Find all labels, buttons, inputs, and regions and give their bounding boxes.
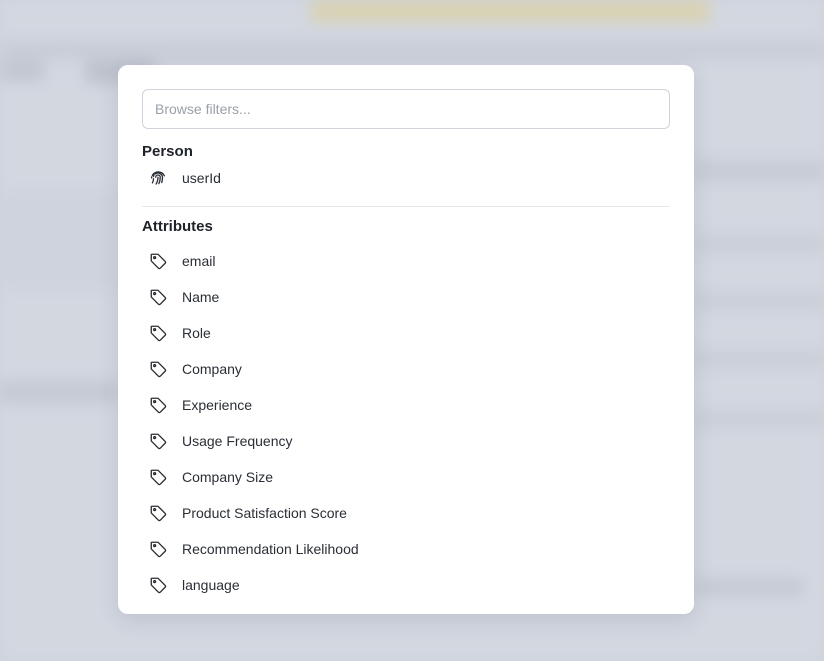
filter-item-company[interactable]: Company — [142, 351, 670, 387]
browse-filters-input[interactable] — [142, 89, 670, 129]
filter-item-label: Experience — [182, 397, 253, 413]
filter-item-email[interactable]: email — [142, 243, 670, 279]
tag-icon — [142, 252, 182, 270]
filter-item-label: email — [182, 253, 216, 269]
filter-item-label: Product Satisfaction Score — [182, 505, 347, 521]
filter-item-experience[interactable]: Experience — [142, 387, 670, 423]
attributes-list: email Name Role Company Experience Usage… — [142, 243, 670, 603]
tag-icon — [142, 360, 182, 378]
tag-icon — [142, 396, 182, 414]
filter-item-label: Name — [182, 289, 220, 305]
tag-icon — [142, 288, 182, 306]
filter-item-language[interactable]: language — [142, 567, 670, 603]
filter-item-name[interactable]: Name — [142, 279, 670, 315]
filter-item-label: Role — [182, 325, 211, 341]
filter-item-product-satisfaction-score[interactable]: Product Satisfaction Score — [142, 495, 670, 531]
tag-icon — [142, 540, 182, 558]
filter-item-label: userId — [182, 170, 221, 186]
section-divider — [142, 206, 670, 207]
filter-item-label: Recommendation Likelihood — [182, 541, 359, 557]
filter-item-label: Company Size — [182, 469, 274, 485]
filter-item-label: language — [182, 577, 240, 593]
filter-item-recommendation-likelihood[interactable]: Recommendation Likelihood — [142, 531, 670, 567]
tag-icon — [142, 432, 182, 450]
person-section-title: Person — [142, 143, 193, 160]
filter-item-userid[interactable]: userId — [142, 162, 670, 194]
tag-icon — [142, 504, 182, 522]
tag-icon — [142, 324, 182, 342]
filter-item-label: Company — [182, 361, 242, 377]
fingerprint-icon — [142, 169, 182, 187]
filter-item-label: Usage Frequency — [182, 433, 293, 449]
filter-item-usage-frequency[interactable]: Usage Frequency — [142, 423, 670, 459]
tag-icon — [142, 576, 182, 594]
tag-icon — [142, 468, 182, 486]
attributes-section-title: Attributes — [142, 218, 213, 235]
filter-item-role[interactable]: Role — [142, 315, 670, 351]
filter-browser-modal: Person userId Attributes email — [118, 65, 694, 614]
filter-item-company-size[interactable]: Company Size — [142, 459, 670, 495]
